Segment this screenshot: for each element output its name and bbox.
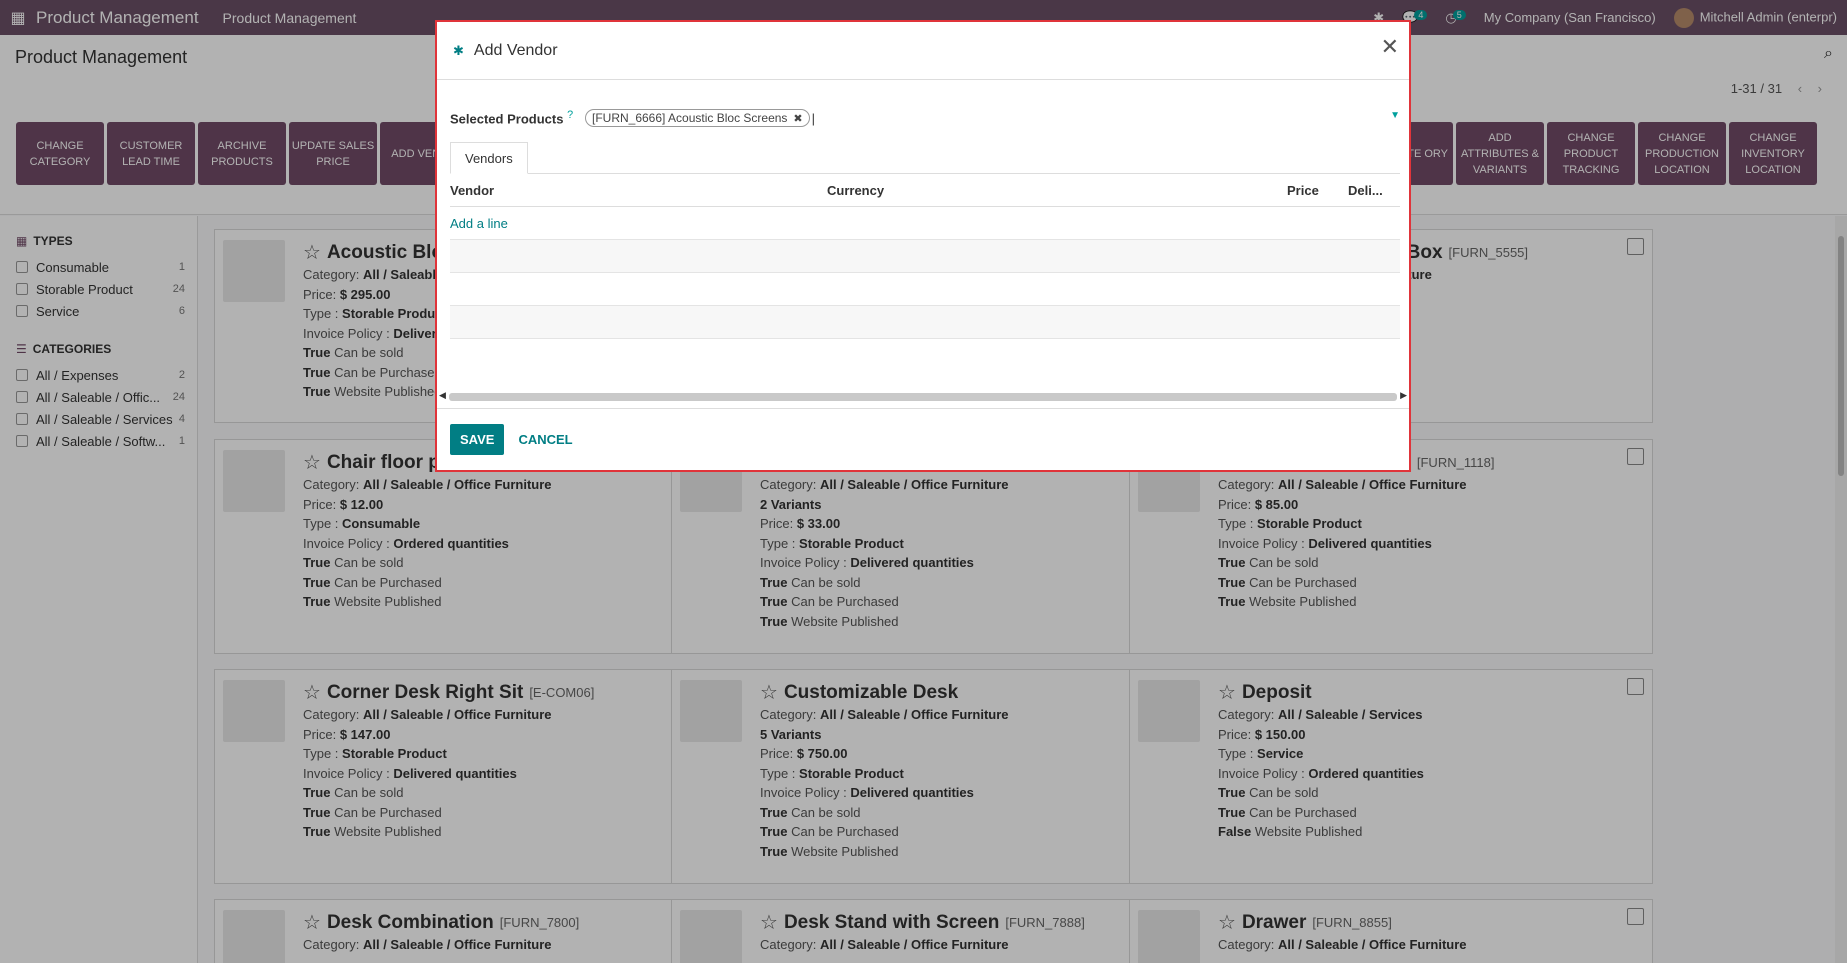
column-delivery[interactable]: Deli... [1348, 183, 1400, 198]
field-label-text: Selected Products [450, 111, 564, 127]
scrollbar-thumb[interactable] [449, 393, 1397, 401]
empty-row [450, 240, 1400, 273]
vendors-list: Vendor Currency Price Deli... Add a line [450, 174, 1400, 339]
add-line-link[interactable]: Add a line [450, 216, 508, 231]
product-tag: [FURN_6666] Acoustic Bloc Screens ✖ [585, 109, 810, 127]
notebook-tabs: Vendors [450, 142, 1400, 174]
empty-row [450, 273, 1400, 306]
list-header: Vendor Currency Price Deli... [450, 174, 1400, 207]
horizontal-scrollbar[interactable]: ◀ ▶ [439, 390, 1407, 402]
help-icon[interactable]: ? [567, 109, 573, 121]
column-price[interactable]: Price [1287, 183, 1348, 198]
field-label: Selected Products ? [450, 109, 585, 126]
product-tag-label: [FURN_6666] Acoustic Bloc Screens [592, 111, 788, 125]
remove-tag-icon[interactable]: ✖ [793, 112, 802, 125]
tab-vendors[interactable]: Vendors [450, 142, 528, 174]
column-vendor[interactable]: Vendor [450, 183, 827, 198]
dialog-footer: SAVE CANCEL [437, 408, 1409, 470]
scroll-left-icon[interactable]: ◀ [439, 390, 446, 401]
bug-icon: ✱ [453, 42, 464, 58]
chevron-down-icon[interactable]: ▼ [1390, 110, 1400, 121]
empty-row [450, 306, 1400, 339]
cancel-button[interactable]: CANCEL [516, 424, 574, 455]
dialog-title: Add Vendor [473, 41, 558, 59]
text-cursor: | [811, 110, 816, 126]
save-button[interactable]: SAVE [450, 424, 505, 455]
add-vendor-dialog: ✱ Add Vendor ✕ Selected Products ? [FURN… [435, 20, 1411, 472]
dialog-header: ✱ Add Vendor [437, 22, 1409, 80]
scroll-right-icon[interactable]: ▶ [1400, 390, 1407, 401]
selected-products-field: Selected Products ? [FURN_6666] Acoustic… [450, 106, 1400, 130]
add-line-row: Add a line [450, 207, 1400, 240]
products-many2many-input[interactable]: [FURN_6666] Acoustic Bloc Screens ✖ | ▼ [585, 106, 1400, 130]
close-icon[interactable]: ✕ [1381, 34, 1399, 60]
column-currency[interactable]: Currency [827, 183, 1287, 198]
